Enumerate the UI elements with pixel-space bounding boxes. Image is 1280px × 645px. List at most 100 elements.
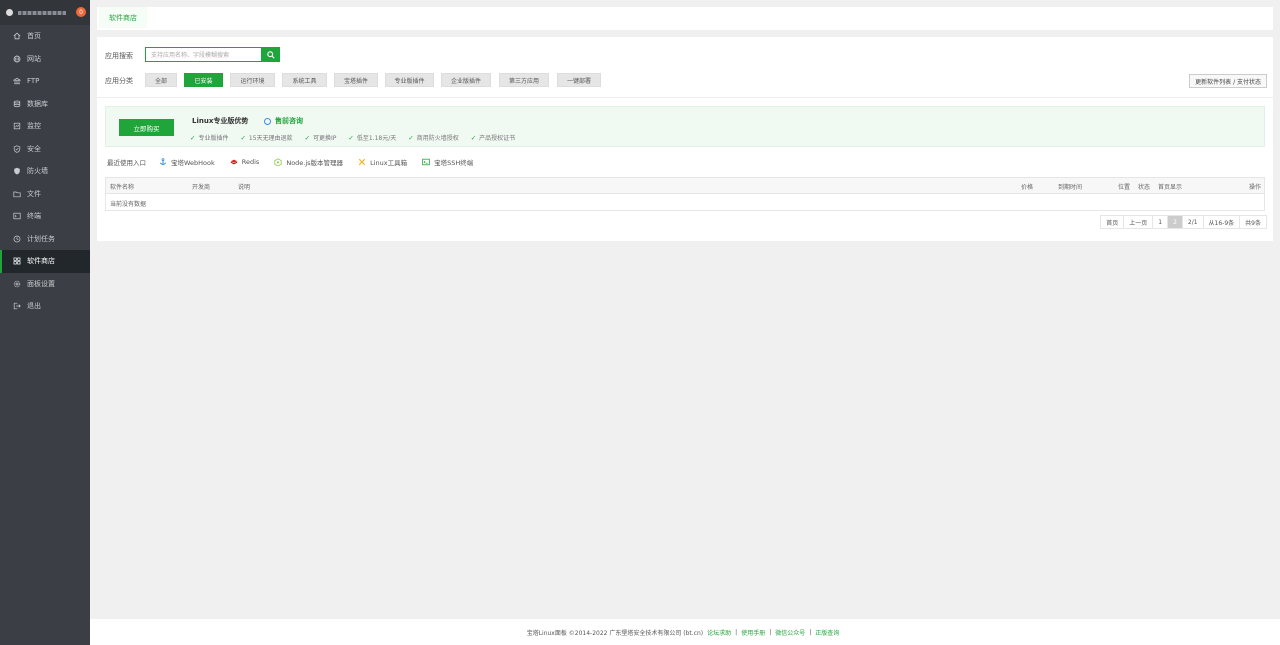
category-label: 应用分类 xyxy=(105,77,133,85)
forum-link[interactable]: 论坛求助 xyxy=(707,628,731,637)
category-one-click-deploy[interactable]: 一键部署 xyxy=(557,73,601,87)
perk-item: ✓ 可更换IP xyxy=(304,133,337,143)
perk-item: ✓ 商用防火墙授权 xyxy=(408,133,459,143)
col-developer: 开发商 xyxy=(192,184,211,191)
divider xyxy=(97,97,1273,98)
manual-link[interactable]: 使用手册 xyxy=(741,628,765,637)
notification-badge[interactable]: 0 xyxy=(76,7,86,17)
search-placeholder: 支持应用名称、字段模糊搜索 xyxy=(151,52,230,59)
wechat-link[interactable]: 微信公众号 xyxy=(775,628,805,637)
sidebar-item-label: 软件商店 xyxy=(27,257,55,266)
page-prev[interactable]: 上一页 xyxy=(1123,215,1154,229)
tab-software-store[interactable]: 软件商店 xyxy=(99,7,147,30)
sidebar-item-9[interactable]: 终端 xyxy=(0,205,90,228)
check-icon: ✓ xyxy=(470,133,477,142)
search-button[interactable] xyxy=(261,47,280,62)
sidebar-item-label: 计划任务 xyxy=(27,234,55,243)
license-check-link[interactable]: 正版查询 xyxy=(815,628,839,637)
grid-icon xyxy=(13,257,21,265)
pro-promo-banner: 立即购买 Linux专业版优势 售前咨询 ✓ 专业版插件 ✓ 15天无理由退款 ✓ 可… xyxy=(105,106,1265,147)
sidebar-item-10[interactable]: 计划任务 xyxy=(0,228,90,251)
recent-entries: 最近使用入口 宝塔WebHook Redis Node.js版本管理器 Linu… xyxy=(107,157,488,167)
recent-label: 最近使用入口 xyxy=(107,159,146,167)
globe-icon xyxy=(13,55,21,63)
presale-consult-link[interactable]: 售前咨询 xyxy=(264,116,303,126)
check-icon: ✓ xyxy=(190,133,196,142)
category-system-tools[interactable]: 系统工具 xyxy=(282,73,327,87)
sidebar-item-6[interactable]: 安全 xyxy=(0,138,90,161)
terminal-icon xyxy=(13,212,21,220)
sidebar-item-label: 监控 xyxy=(27,122,41,131)
sidebar-item-13[interactable]: 退出 xyxy=(0,295,90,318)
category-third-party[interactable]: 第三方应用 xyxy=(499,73,549,87)
sidebar-item-5[interactable]: 监控 xyxy=(0,115,90,138)
col-expire: 到期时间 xyxy=(1058,184,1083,191)
sidebar-item-12[interactable]: 面板设置 xyxy=(0,273,90,296)
table-header: 软件名称 开发商 说明 价格 到期时间 位置 状态 首页显示 操作 xyxy=(106,178,1264,194)
col-location: 位置 xyxy=(1118,184,1131,191)
category-bt-plugins[interactable]: 宝塔插件 xyxy=(334,73,378,87)
sidebar-item-2[interactable]: 网站 xyxy=(0,48,90,71)
sidebar-item-8[interactable]: 文件 xyxy=(0,183,90,206)
footer: 宝塔Linux面板 ©2014-2022 广东堡塔安全技术有限公司 (bt.cn… xyxy=(90,619,1280,645)
search-label: 应用搜索 xyxy=(105,52,133,60)
category-runtime[interactable]: 运行环境 xyxy=(230,73,275,87)
perk-item: ✓ 15天无理由退款 xyxy=(240,133,293,143)
gear-icon xyxy=(13,280,21,288)
folder-icon xyxy=(13,190,21,198)
clock-icon xyxy=(13,235,21,243)
sidebar-item-label: 网站 xyxy=(27,54,41,63)
sidebar-item-3[interactable]: FTP xyxy=(0,70,90,93)
sidebar-item-label: 首页 xyxy=(27,32,41,41)
buy-now-button[interactable]: 立即购买 xyxy=(119,119,174,136)
recent-item-redis[interactable]: Redis xyxy=(230,158,259,166)
terminal-icon xyxy=(422,158,430,166)
recent-item-ssh-terminal[interactable]: 宝塔SSH终端 xyxy=(422,157,473,167)
server-logo-icon xyxy=(6,9,13,16)
sidebar: 0 首页网站 FTP 数据库监控安全防火墙文件终端计划任务软件商店面板设置退出 xyxy=(0,0,90,645)
main-content: 软件商店 应用搜索 支持应用名称、字段模糊搜索 应用分类 全部 已安装 运行环境… xyxy=(90,0,1280,645)
check-icon: ✓ xyxy=(348,133,354,142)
recent-item-linux-toolbox[interactable]: Linux工具箱 xyxy=(358,157,407,167)
tools-icon xyxy=(358,158,366,166)
category-pro-plugins[interactable]: 专业版插件 xyxy=(385,73,434,87)
nodejs-icon xyxy=(274,158,282,166)
sidebar-item-label: 终端 xyxy=(27,212,41,221)
store-panel: 应用搜索 支持应用名称、字段模糊搜索 应用分类 全部 已安装 运行环境 系统工具… xyxy=(97,37,1273,241)
page-count: 共9条 xyxy=(1239,215,1267,229)
search-input[interactable]: 支持应用名称、字段模糊搜索 xyxy=(145,47,262,62)
category-all[interactable]: 全部 xyxy=(145,73,177,87)
firewall-icon xyxy=(13,167,21,175)
col-description: 说明 xyxy=(238,184,251,191)
check-icon: ✓ xyxy=(304,133,311,142)
sidebar-item-4[interactable]: 数据库 xyxy=(0,93,90,116)
page-total-pages: 2/1 xyxy=(1181,215,1204,229)
sidebar-item-11[interactable]: 软件商店 xyxy=(0,250,90,273)
empty-message: 当前没有数据 xyxy=(110,201,147,208)
sidebar-item-label: 数据库 xyxy=(27,99,48,108)
sidebar-item-label: 面板设置 xyxy=(27,279,55,288)
page-1[interactable]: 1 xyxy=(1152,215,1169,229)
monitor-icon xyxy=(13,122,21,130)
sidebar-item-1[interactable]: 首页 xyxy=(0,25,90,48)
sidebar-item-7[interactable]: 防火墙 xyxy=(0,160,90,183)
sidebar-item-label: 防火墙 xyxy=(27,167,48,176)
sidebar-item-label: 退出 xyxy=(27,302,41,311)
page-first[interactable]: 首页 xyxy=(1100,215,1125,229)
recent-item-webhook[interactable]: 宝塔WebHook xyxy=(159,157,215,167)
anchor-icon xyxy=(159,158,167,166)
page-2-current: 2 xyxy=(1167,215,1183,229)
ftp-icon xyxy=(13,77,21,85)
col-status: 状态 xyxy=(1138,184,1151,191)
col-home-display: 首页显示 xyxy=(1158,184,1183,191)
category-installed[interactable]: 已安装 xyxy=(184,73,223,87)
col-action: 操作 xyxy=(1249,184,1262,191)
chat-icon xyxy=(264,117,271,125)
category-enterprise-plugins[interactable]: 企业版插件 xyxy=(441,73,491,87)
recent-item-nodejs[interactable]: Node.js版本管理器 xyxy=(274,157,343,167)
sidebar-item-label: FTP xyxy=(27,77,40,86)
promo-title: Linux专业版优势 xyxy=(192,117,249,125)
redis-icon xyxy=(230,159,237,165)
col-name[interactable]: 软件名称 xyxy=(110,182,134,191)
update-software-list-button[interactable]: 更新软件列表 / 支付状态 xyxy=(1189,74,1267,88)
